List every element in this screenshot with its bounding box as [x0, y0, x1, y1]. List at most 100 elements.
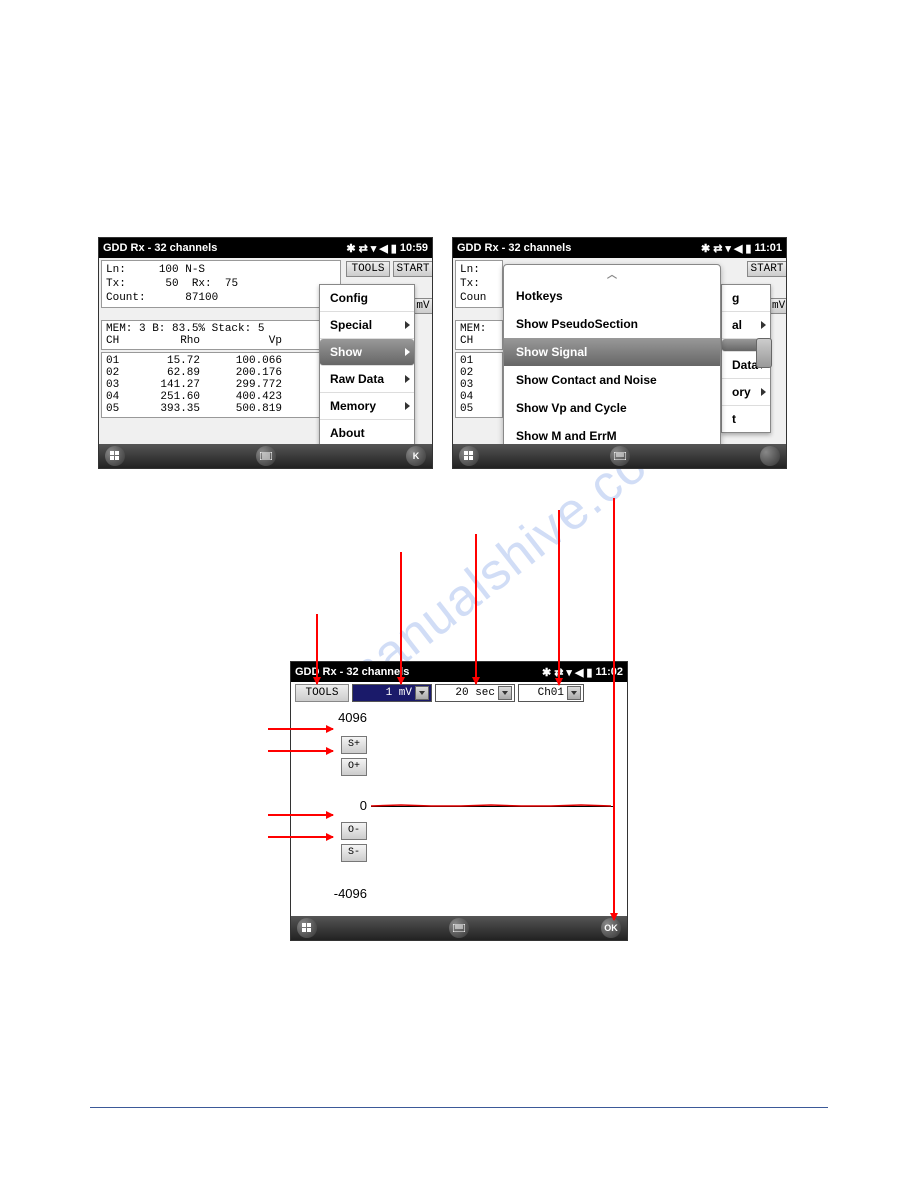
- ln-label: Ln:: [460, 263, 498, 277]
- annotation-arrow: [400, 552, 402, 684]
- ok-button[interactable]: [760, 446, 780, 466]
- table-row: 05: [456, 403, 502, 415]
- menu-about[interactable]: About: [320, 420, 414, 446]
- annotation-arrow: [316, 614, 318, 684]
- submenu-pseudosection[interactable]: Show PseudoSection: [504, 310, 720, 338]
- channel-value: Ch01: [538, 687, 564, 699]
- annotation-arrow: [268, 728, 333, 730]
- timebase-value: 20 sec: [455, 687, 495, 699]
- app-title: GDD Rx - 32 channels: [295, 666, 542, 678]
- keyboard-icon: [614, 452, 626, 460]
- start-menu-button[interactable]: [297, 918, 317, 938]
- tools-button[interactable]: TOOLS: [295, 684, 349, 702]
- menu-frag[interactable]: g: [722, 285, 770, 312]
- count-label: Coun: [460, 291, 498, 305]
- menu-special[interactable]: Special: [320, 312, 414, 339]
- offset-plus-button[interactable]: O+: [341, 758, 367, 776]
- scale-mv-dropdown[interactable]: 1 mV: [352, 684, 432, 702]
- start-menu-button[interactable]: [105, 446, 125, 466]
- bottombar: [453, 444, 786, 468]
- ok-button[interactable]: OK: [601, 918, 621, 938]
- submenu-hotkeys[interactable]: Hotkeys: [504, 282, 720, 310]
- info-panel: Ln: 100 N-S Tx: 50 Rx: 75 Count: 87100: [101, 260, 341, 308]
- chevron-down-icon: [567, 686, 581, 700]
- mem-panel: MEM: 3 B: 83.5% Stack: 5 CH Rho Vp: [101, 320, 341, 350]
- menu-raw-data[interactable]: Raw Data: [320, 366, 414, 393]
- start-menu-button[interactable]: [459, 446, 479, 466]
- offset-minus-button[interactable]: O-: [341, 822, 367, 840]
- signal-trace: [371, 800, 611, 812]
- annotation-arrow: [268, 750, 333, 752]
- titlebar-2: GDD Rx - 32 channels ✱ ⇄ ▾ ◀ ▮ 11:01: [453, 238, 786, 258]
- table-row: 03141.27299.772: [102, 379, 340, 391]
- bluetooth-icon: ✱: [701, 242, 710, 255]
- rows-left: 01 02 03 04 05: [455, 352, 503, 418]
- th-ch: CH: [106, 335, 142, 347]
- screenshot-3: GDD Rx - 32 channels ✱ ⇄ ▾ ◀ ▮ 11:02 TOO…: [290, 661, 628, 941]
- app-title: GDD Rx - 32 channels: [457, 242, 701, 254]
- bottombar: OK: [291, 916, 627, 940]
- windows-icon: [301, 922, 313, 934]
- tx-label: Tx:: [460, 277, 498, 291]
- volume-icon: ◀: [734, 242, 742, 255]
- chevron-up-icon[interactable]: ︿: [504, 265, 720, 282]
- keyboard-icon: [453, 924, 465, 932]
- battery-icon: ▮: [745, 242, 751, 255]
- menu-show[interactable]: Show: [320, 339, 414, 366]
- table-row: 04: [456, 391, 502, 403]
- tools-button[interactable]: TOOLS: [346, 261, 390, 277]
- chevron-right-icon: [405, 321, 410, 329]
- start-button[interactable]: START: [747, 261, 787, 277]
- menu-frag[interactable]: t: [722, 406, 770, 432]
- mv-button[interactable]: mV: [769, 298, 787, 314]
- y-tick-top: 4096: [327, 710, 367, 725]
- signal-chart: 4096 0 -4096 S+ O+ O- S-: [299, 710, 619, 914]
- annotation-arrow: [268, 814, 333, 816]
- info-panel-left: Ln: Tx: Coun: [455, 260, 503, 308]
- keyboard-button[interactable]: [256, 446, 276, 466]
- chevron-right-icon: [405, 348, 410, 356]
- signal-icon: ▾: [566, 666, 572, 679]
- screenshot-1: GDD Rx - 32 channels ✱ ⇄ ▾ ◀ ▮ 10:59 Ln:…: [98, 237, 433, 469]
- titlebar-1: GDD Rx - 32 channels ✱ ⇄ ▾ ◀ ▮ 10:59: [99, 238, 432, 258]
- volume-icon: ◀: [575, 666, 583, 679]
- table-row: 01: [456, 355, 502, 367]
- menu-memory[interactable]: Memory: [320, 393, 414, 420]
- channel-dropdown[interactable]: Ch01: [518, 684, 584, 702]
- ln-label: Ln:: [106, 264, 126, 276]
- submenu-vp-cycle[interactable]: Show Vp and Cycle: [504, 394, 720, 422]
- mv-button[interactable]: mV: [413, 298, 433, 314]
- status-icons: ✱ ⇄ ▾ ◀ ▮ 11:01: [701, 242, 782, 255]
- chevron-right-icon: [761, 388, 766, 396]
- keyboard-button[interactable]: [610, 446, 630, 466]
- table-row: 03: [456, 379, 502, 391]
- annotation-arrow: [558, 510, 560, 685]
- app-title: GDD Rx - 32 channels: [103, 242, 346, 254]
- scale-minus-button[interactable]: S-: [341, 844, 367, 862]
- footer-divider: [90, 1107, 828, 1108]
- table-row: 0115.72100.066: [102, 355, 340, 367]
- timebase-dropdown[interactable]: 20 sec: [435, 684, 515, 702]
- submenu-contact-noise[interactable]: Show Contact and Noise: [504, 366, 720, 394]
- submenu-show-signal[interactable]: Show Signal: [504, 338, 720, 366]
- chevron-right-icon: [405, 402, 410, 410]
- scale-mv-value: 1 mV: [386, 687, 412, 699]
- keyboard-button[interactable]: [449, 918, 469, 938]
- rx-label: Rx:: [192, 278, 212, 290]
- table-row: 04251.60400.423: [102, 391, 340, 403]
- windows-icon: [109, 450, 121, 462]
- th-rho: Rho: [142, 335, 212, 347]
- menu-frag[interactable]: al: [722, 312, 770, 339]
- sync-icon: ⇄: [359, 242, 368, 255]
- menu-frag[interactable]: ory: [722, 379, 770, 406]
- titlebar-3: GDD Rx - 32 channels ✱ ⇄ ▾ ◀ ▮ 11:02: [291, 662, 627, 682]
- table-row: 02: [456, 367, 502, 379]
- scale-plus-button[interactable]: S+: [341, 736, 367, 754]
- scrollbar-handle[interactable]: [756, 338, 772, 368]
- start-button[interactable]: START: [393, 261, 433, 277]
- annotation-arrow: [475, 534, 477, 684]
- ok-button[interactable]: K: [406, 446, 426, 466]
- battery-icon: ▮: [586, 666, 592, 679]
- menu-config[interactable]: Config: [320, 285, 414, 312]
- windows-icon: [463, 450, 475, 462]
